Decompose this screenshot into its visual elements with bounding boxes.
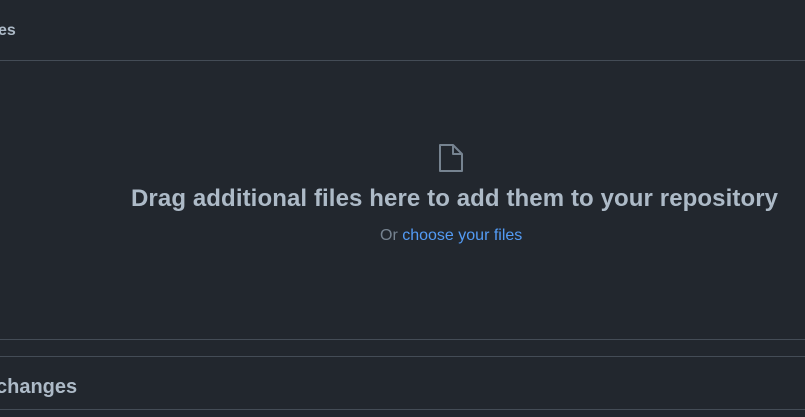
dropzone-subtext: Or choose your files — [380, 227, 522, 245]
commit-section-divider — [0, 409, 805, 410]
file-icon — [439, 144, 463, 172]
or-text: Or — [380, 227, 398, 244]
commit-changes-title: changes — [0, 376, 78, 398]
commit-changes-section: changes — [0, 356, 805, 417]
dropzone-heading: Drag additional files here to add them t… — [131, 185, 779, 212]
header-title: es — [0, 22, 16, 39]
upload-files-page: es Drag additional files here to add the… — [0, 0, 805, 417]
file-dropzone[interactable]: Drag additional files here to add them t… — [0, 61, 805, 340]
choose-files-link[interactable]: choose your files — [402, 227, 522, 244]
upload-files-header: es — [0, 0, 805, 61]
